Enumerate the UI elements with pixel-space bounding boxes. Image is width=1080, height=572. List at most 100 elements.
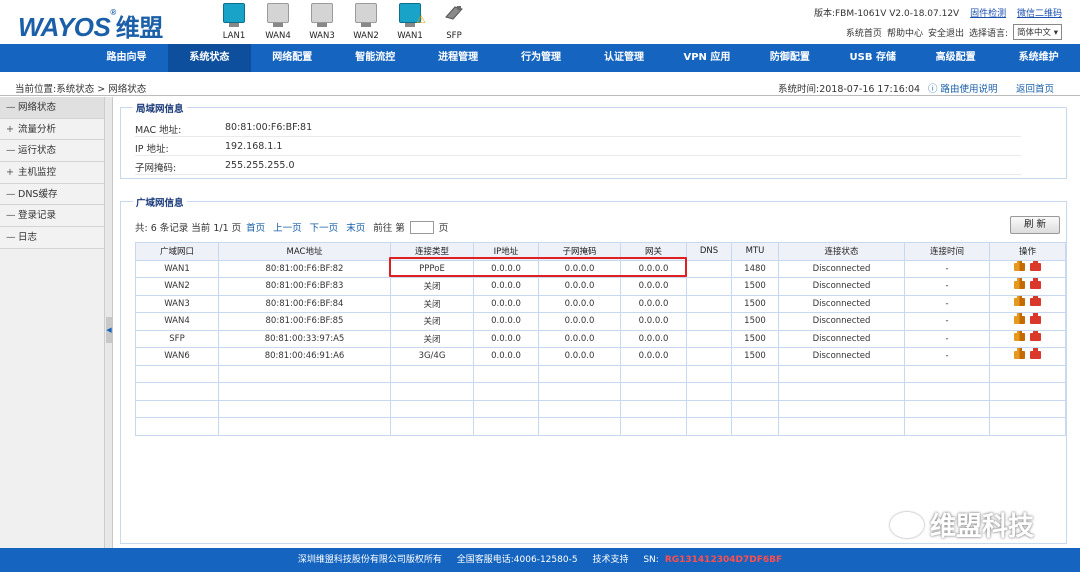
page-number-input[interactable]: [409, 220, 434, 234]
table-cell: SFP: [135, 329, 219, 348]
wan-info-section: 广域网信息 共: 6 条记录 当前 1/1 页 首页 上一页 下一页 末页 前往…: [120, 195, 1067, 544]
last-page-link[interactable]: 末页: [346, 220, 365, 234]
table-cell: 0.0.0.0: [473, 259, 539, 278]
sidebar-item-0[interactable]: — 网络状态: [0, 97, 104, 119]
delete-icon[interactable]: [1030, 278, 1041, 289]
nav-item-10[interactable]: 高级配置: [914, 44, 997, 72]
table-cell: 0.0.0.0: [538, 259, 621, 278]
nav-item-6[interactable]: 认证管理: [583, 44, 666, 72]
port-lan1[interactable]: LAN1: [212, 3, 256, 41]
edit-icon[interactable]: [1014, 278, 1025, 289]
nav-item-0[interactable]: 路由向导: [85, 44, 168, 72]
port-wan3[interactable]: WAN3: [300, 3, 344, 41]
watermark-text: 维盟科技: [930, 512, 1035, 542]
sidebar-splitter[interactable]: ◀: [105, 97, 113, 548]
nav-item-9[interactable]: USB 存储: [831, 44, 914, 72]
collapse-arrow-icon[interactable]: ◀: [106, 317, 112, 343]
firmware-check-link[interactable]: 固件检测: [970, 9, 1006, 19]
edit-icon[interactable]: [1014, 348, 1025, 359]
wayos-logo[interactable]: WAYOS®维盟: [18, 8, 163, 43]
port-sfp[interactable]: SFP: [432, 3, 476, 41]
operation-cell: [989, 259, 1066, 278]
prev-page-link[interactable]: 上一页: [273, 220, 302, 234]
port-label: SFP: [446, 31, 462, 41]
nav-item-11[interactable]: 系统维护: [997, 44, 1080, 72]
table-cell: 80:81:00:F6:BF:82: [218, 259, 391, 278]
table-cell: [473, 399, 539, 418]
table-cell: [686, 347, 732, 366]
ethernet-port-icon: ⚠: [399, 3, 426, 27]
first-page-link[interactable]: 首页: [246, 220, 265, 234]
sidebar-item-3[interactable]: + 主机监控: [0, 162, 104, 184]
delete-icon[interactable]: [1030, 348, 1041, 359]
nav-item-5[interactable]: 行为管理: [500, 44, 583, 72]
lan-row: 子网掩码: 255.255.255.0: [135, 158, 1021, 175]
nav-item-2[interactable]: 网络配置: [251, 44, 334, 72]
lan-row: IP 地址: 192.168.1.1: [135, 139, 1021, 156]
next-page-link[interactable]: 下一页: [310, 220, 339, 234]
footer-sn-label: SN:: [643, 555, 659, 565]
table-cell: [218, 417, 391, 436]
operation-cell: [989, 294, 1066, 313]
sidebar-item-6[interactable]: — 日志: [0, 227, 104, 249]
lan-value: 192.168.1.1: [225, 141, 283, 152]
edit-icon[interactable]: [1014, 330, 1025, 342]
ethernet-port-icon: [355, 3, 377, 27]
sidebar-item-2[interactable]: — 运行状态: [0, 140, 104, 163]
footer-support-link[interactable]: 技术支持: [592, 555, 628, 565]
operation-buttons: [1014, 260, 1041, 272]
help-center-link[interactable]: 帮助中心: [887, 26, 923, 39]
table-cell: 0.0.0.0: [620, 294, 687, 313]
back-home-link[interactable]: 返回首页: [1016, 81, 1054, 95]
nav-item-4[interactable]: 进程管理: [417, 44, 500, 72]
table-cell: 80:81:00:46:91:A6: [218, 347, 391, 366]
footer-company: 深圳维盟科技股份有限公司版权所有: [297, 555, 442, 565]
logout-link[interactable]: 安全退出: [928, 26, 964, 39]
nav-item-7[interactable]: VPN 应用: [665, 44, 748, 72]
port-wan4[interactable]: WAN4: [256, 3, 300, 41]
edit-icon[interactable]: [1014, 260, 1025, 272]
version-label: 版本:FBM-1061V V2.0-18.07.12V: [813, 9, 960, 19]
edit-icon[interactable]: [1014, 295, 1025, 307]
table-cell: [778, 417, 905, 436]
delete-icon[interactable]: [1030, 295, 1041, 307]
home-link[interactable]: 系统首页: [846, 26, 882, 39]
port-label: WAN2: [353, 31, 379, 41]
table-cell: [686, 382, 732, 401]
delete-icon[interactable]: [1030, 313, 1041, 324]
port-wan2[interactable]: WAN2: [344, 3, 388, 41]
empty-row: [135, 364, 1066, 383]
sidebar-item-label: 主机监控: [18, 167, 57, 179]
table-cell: [620, 382, 687, 401]
refresh-button[interactable]: 刷 新: [1010, 216, 1060, 234]
table-cell: [904, 364, 990, 383]
sidebar-item-4[interactable]: — DNS缓存: [0, 183, 104, 206]
table-cell: [989, 399, 1066, 418]
table-cell: [218, 382, 391, 401]
router-help-link[interactable]: ⓘ 路由使用说明: [928, 81, 998, 95]
sidebar-item-label: 日志: [18, 232, 38, 244]
sidebar-item-1[interactable]: + 流量分析: [0, 118, 104, 141]
table-cell: [538, 399, 621, 418]
language-select[interactable]: 简体中文 ▾: [1013, 24, 1062, 40]
table-cell: [620, 417, 687, 436]
table-cell: [686, 312, 732, 331]
delete-icon[interactable]: [1030, 260, 1041, 272]
help-icon: ⓘ: [928, 84, 938, 95]
operation-cell: [989, 329, 1066, 348]
port-wan1[interactable]: ⚠ WAN1: [388, 3, 432, 41]
table-cell: Disconnected: [778, 259, 905, 278]
table-cell: WAN1: [135, 259, 219, 278]
wechat-qr-link[interactable]: 微信二维码: [1017, 9, 1062, 19]
edit-icon[interactable]: [1014, 313, 1025, 324]
table-row: WAN3 80:81:00:F6:BF:84 关闭 0.0.0.0 0.0.0.0 0.0…: [135, 294, 1066, 313]
header-links: 系统首页 帮助中心 安全退出 选择语言: 简体中文 ▾: [846, 24, 1062, 40]
lan-info-title: 局域网信息: [133, 101, 187, 115]
nav-item-8[interactable]: 防御配置: [748, 44, 831, 72]
delete-icon[interactable]: [1030, 330, 1041, 342]
sidebar-item-5[interactable]: — 登录记录: [0, 205, 104, 228]
table-cell: [538, 382, 621, 401]
table-cell: 关闭: [390, 312, 474, 331]
nav-item-3[interactable]: 智能流控: [334, 44, 417, 72]
nav-item-1[interactable]: 系统状态: [167, 44, 251, 72]
